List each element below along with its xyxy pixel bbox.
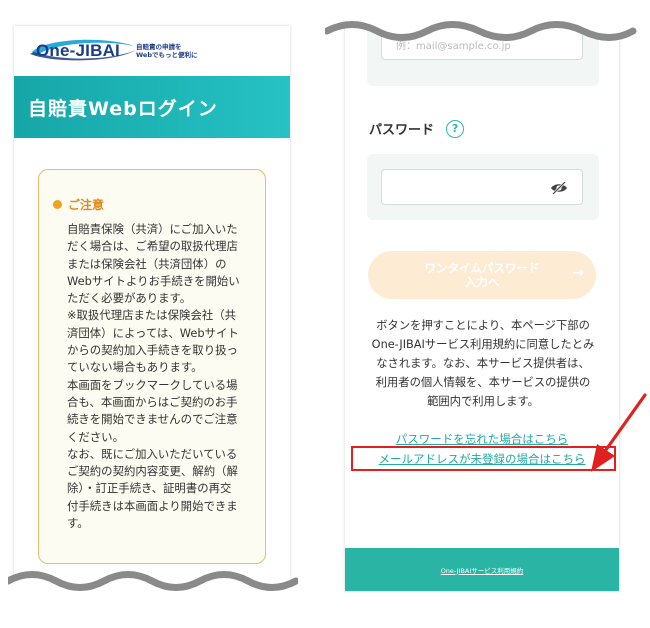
notice-dot-icon (53, 200, 62, 209)
page-title-banner: 自賠責Webログイン (14, 76, 290, 138)
notice-title: ご注意 (68, 198, 105, 212)
help-icon[interactable]: ? (446, 119, 465, 138)
logo-tagline-line-2: Webでもっと便利に (135, 51, 198, 59)
password-field-container (367, 154, 599, 220)
logo-tagline: 自賠責の申請を Webでもっと便利に (136, 43, 198, 59)
otp-button-label: ワンタイムパスワード 入力へ (424, 261, 540, 289)
one-jibai-logo[interactable]: One-JIBAI 自賠責の申請を Webでもっと便利に (30, 39, 197, 63)
password-label-row: パスワード ? (369, 119, 465, 138)
app-header: One-JIBAI 自賠責の申請を Webでもっと便利に (14, 26, 290, 76)
logo-tagline-line-1: 自賠責の申請を (135, 43, 182, 51)
notice-box: ご注意 自賠責保険（共済）にご加入いた だく場合は、ご希望の取扱代理店 または保… (38, 169, 266, 564)
eye-slash-icon[interactable] (550, 181, 568, 195)
password-label: パスワード (369, 123, 435, 138)
notice-body: 自賠責保険（共済）にご加入いた だく場合は、ご希望の取扱代理店 または保険会社（… (67, 222, 240, 531)
consent-text: ボタンを押すことにより、本ページ下部の One-JIBAIサービス利用規約に同意… (371, 319, 595, 408)
footer: One-JIBAIサービス利用規約 (345, 548, 619, 591)
otp-button[interactable]: ワンタイムパスワード 入力へ → (368, 251, 596, 299)
arrow-right-icon: → (572, 265, 584, 281)
right-phone-screen: 例：mail@sample.co.jp パスワード ? ワンタイムパスワード 入… (345, 26, 619, 591)
red-pointer-arrow-icon (591, 393, 647, 472)
wave-cut-bottom-left (8, 571, 298, 596)
wave-cut-top-right (325, 16, 637, 41)
left-phone-screen: One-JIBAI 自賠責の申請を Webでもっと便利に 自賠責Webログイン … (14, 26, 290, 586)
notice-heading: ご注意 (53, 196, 251, 213)
page-title: 自賠責Webログイン (28, 97, 218, 120)
forgot-password-link[interactable]: パスワードを忘れた場合はこちら (345, 431, 619, 447)
logo-wordmark: One-JIBAI (30, 39, 136, 63)
annotation-highlight-box (351, 446, 616, 471)
logo-text: One-JIBAI (36, 41, 120, 60)
password-input[interactable] (381, 169, 583, 205)
terms-of-service-link[interactable]: One-JIBAIサービス利用規約 (441, 565, 524, 575)
